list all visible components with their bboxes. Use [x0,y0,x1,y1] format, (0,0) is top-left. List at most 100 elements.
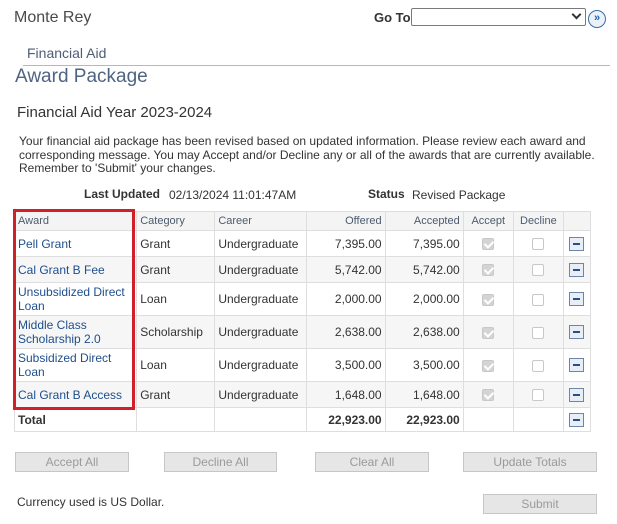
collapse-row-button[interactable] [569,387,585,402]
award-name[interactable]: Middle Class Scholarship 2.0 [13,315,138,349]
accept-checkbox[interactable] [482,264,495,277]
update-totals-button[interactable]: Update Totals [463,452,597,472]
collapse-row-button[interactable] [569,358,585,373]
status-value: Revised Package [412,188,506,202]
award-offered: 7,395.00 [306,230,386,257]
decline-all-button[interactable]: Decline All [164,452,277,472]
page-title: Award Package [15,66,148,87]
award-career: Undergraduate [214,315,308,349]
award-offered: 5,742.00 [306,256,386,283]
collapse-cell [562,315,592,349]
chevron-down-icon [571,9,582,20]
accept-checkbox[interactable] [482,293,495,306]
currency-note: Currency used is US Dollar. [17,495,165,509]
decline-checkbox[interactable] [532,389,545,402]
status-label: Status [368,187,405,201]
decline-cell [512,348,564,382]
award-accepted: 5,742.00 [384,256,464,283]
award-accepted: 7,395.00 [384,230,464,257]
table-row: Pell Grant Grant Undergraduate 7,395.00 7,39… [13,230,592,257]
accept-checkbox[interactable] [482,238,495,251]
decline-checkbox[interactable] [532,238,545,251]
goto-button[interactable]: » [588,10,606,28]
collapse-cell [562,282,592,316]
accept-checkbox[interactable] [482,389,495,402]
collapse-cell [562,381,592,408]
award-offered: 3,500.00 [306,348,386,382]
table-header-row: Award Category Career Offered Accepted A… [13,211,592,231]
award-name[interactable]: Pell Grant [13,230,138,257]
empty-cell [512,407,564,432]
award-name[interactable]: Cal Grant B Access [13,381,138,408]
award-career: Undergraduate [214,230,308,257]
decline-cell [512,256,564,283]
award-category: Grant [136,230,216,257]
table-row: Middle Class Scholarship 2.0 Scholarship U… [13,315,592,349]
col-offered: Offered [306,211,386,231]
collapse-row-button[interactable] [569,262,585,277]
table-row: Unsubsidized Direct Loan Loan Undergraduat… [13,282,592,316]
award-career: Undergraduate [214,256,308,283]
award-career: Undergraduate [214,381,308,408]
collapse-cell [562,348,592,382]
goto-select[interactable] [411,8,586,26]
award-career: Undergraduate [214,348,308,382]
total-accepted: 22,923.00 [384,407,464,432]
table-row: Subsidized Direct Loan Loan Undergraduate 3… [13,348,592,382]
award-category: Grant [136,256,216,283]
clear-all-button[interactable]: Clear All [315,452,429,472]
award-name[interactable]: Subsidized Direct Loan [13,348,138,382]
col-category: Category [136,211,216,231]
submit-button[interactable]: Submit [483,494,597,514]
col-accepted: Accepted [384,211,464,231]
award-accepted: 3,500.00 [384,348,464,382]
accept-cell [462,315,514,349]
collapse-row-button[interactable] [569,325,585,340]
award-accepted: 2,638.00 [384,315,464,349]
collapse-cell [562,407,592,432]
section-label: Financial Aid [27,45,107,61]
empty-cell [214,407,308,432]
empty-cell [136,407,216,432]
table-row: Cal Grant B Fee Grant Undergraduate 5,742.0… [13,256,592,283]
award-category: Scholarship [136,315,216,349]
accept-checkbox[interactable] [482,326,495,339]
award-offered: 2,000.00 [306,282,386,316]
last-updated-label: Last Updated [84,187,161,201]
col-decline: Decline [512,211,564,231]
decline-checkbox[interactable] [532,264,545,277]
goto-label: Go To [374,10,411,25]
package-message: Your financial aid package has been revi… [19,134,595,175]
award-name[interactable]: Cal Grant B Fee [13,256,138,283]
award-name[interactable]: Unsubsidized Direct Loan [13,282,138,316]
accept-cell [462,348,514,382]
collapse-row-button[interactable] [569,236,585,251]
decline-cell [512,282,564,316]
collapse-total-button[interactable] [569,412,585,427]
accept-cell [462,381,514,408]
award-offered: 1,648.00 [306,381,386,408]
double-chevron-right-icon: » [593,12,601,24]
col-career: Career [214,211,308,231]
decline-cell [512,381,564,408]
accept-checkbox[interactable] [482,359,495,372]
accept-cell [462,230,514,257]
col-actions [562,211,592,231]
decline-checkbox[interactable] [532,293,545,306]
col-award: Award [13,211,138,231]
award-accepted: 2,000.00 [384,282,464,316]
accept-cell [462,256,514,283]
last-updated-value: 02/13/2024 11:01:47AM [169,188,297,202]
decline-checkbox[interactable] [532,359,545,372]
empty-cell [462,407,514,432]
total-offered: 22,923.00 [306,407,386,432]
accept-all-button[interactable]: Accept All [15,452,129,472]
decline-cell [512,315,564,349]
decline-checkbox[interactable] [532,326,545,339]
campus-name: Monte Rey [14,9,92,26]
col-accept: Accept [462,211,514,231]
collapse-cell [562,230,592,257]
collapse-row-button[interactable] [569,292,585,307]
aid-year-heading: Financial Aid Year 2023-2024 [17,104,213,121]
award-career: Undergraduate [214,282,308,316]
